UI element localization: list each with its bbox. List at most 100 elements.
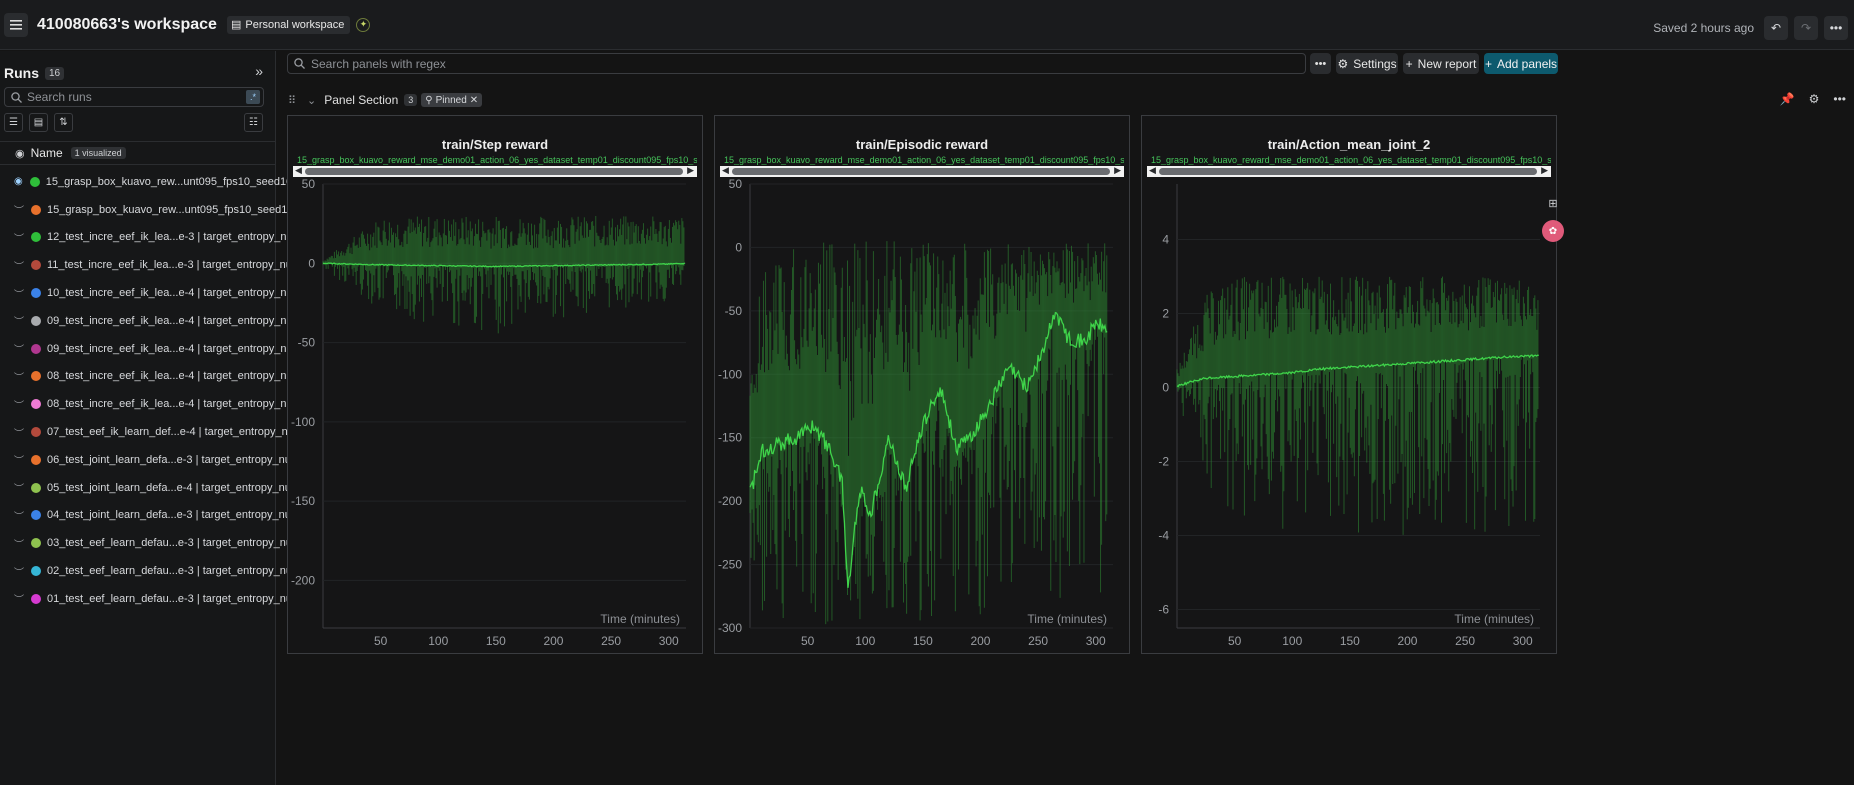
run-row[interactable]: ︶ 08_test_incre_eef_ik_lea...e-4 | target… — [0, 390, 298, 418]
gear-icon[interactable]: ⚙ — [1809, 92, 1820, 106]
grid-add-icon[interactable]: ⊞ — [1542, 192, 1564, 214]
run-color-dot[interactable] — [31, 343, 41, 354]
group-icon[interactable]: ▤ — [29, 113, 48, 132]
eye-closed-icon[interactable]: ︶ — [14, 230, 24, 245]
undo-icon[interactable]: ↶ — [1764, 16, 1788, 40]
run-row[interactable]: ︶ 06_test_joint_learn_defa...e-3 | target… — [0, 446, 296, 474]
run-name[interactable]: 15_grasp_box_kuavo_rew...unt095_fps10_se… — [46, 176, 310, 188]
eye-closed-icon[interactable]: ︶ — [14, 341, 24, 356]
run-color-dot[interactable] — [31, 538, 41, 549]
eye-closed-icon[interactable]: ︶ — [14, 564, 24, 579]
add-panels-label: Add panels — [1496, 56, 1558, 71]
run-name[interactable]: 07_test_eef_ik_learn_def...e-4 | target_… — [47, 426, 299, 438]
chart-panel-action-mean-joint-2[interactable]: train/Action_mean_joint_2 15_grasp_box_k… — [1141, 115, 1557, 654]
run-name[interactable]: 15_grasp_box_kuavo_rew...unt095_fps10_se… — [47, 204, 311, 216]
run-row[interactable]: ︶ 11_test_incre_eef_ik_lea...e-3 | target… — [0, 251, 297, 279]
run-color-dot[interactable] — [31, 482, 41, 493]
run-row[interactable]: ◉ 15_grasp_box_kuavo_rew...unt095_fps10_s… — [0, 168, 310, 196]
run-row[interactable]: ︶ 07_test_eef_ik_learn_def...e-4 | target… — [0, 418, 299, 446]
run-name[interactable]: 04_test_joint_learn_defa...e-3 | target_… — [47, 509, 296, 521]
eye-closed-icon[interactable]: ︶ — [14, 258, 24, 273]
filter-icon[interactable]: ☰ — [4, 113, 23, 132]
run-color-dot[interactable] — [31, 399, 41, 410]
run-color-dot[interactable] — [31, 427, 41, 438]
close-icon[interactable]: ✕ — [470, 95, 478, 106]
chevron-down-icon[interactable]: ⌄ — [307, 94, 316, 107]
add-panels-button[interactable]: + Add panels — [1484, 53, 1558, 74]
run-color-dot[interactable] — [31, 204, 41, 215]
run-color-dot[interactable] — [31, 566, 41, 577]
eye-closed-icon[interactable]: ︶ — [14, 536, 24, 551]
settings-button[interactable]: ⚙ Settings — [1336, 53, 1398, 74]
more-options-icon[interactable]: ••• — [1824, 16, 1848, 40]
run-color-dot[interactable] — [31, 232, 41, 243]
run-name[interactable]: 10_test_incre_eef_ik_lea...e-4 | target_… — [47, 287, 298, 299]
pinned-filter-chip[interactable]: ⚲ Pinned ✕ — [421, 93, 483, 107]
run-row[interactable]: ︶ 12_test_incre_eef_ik_lea...e-3 | target… — [0, 224, 298, 252]
run-color-dot[interactable] — [31, 593, 41, 604]
run-color-dot[interactable] — [31, 260, 41, 271]
run-color-dot[interactable] — [29, 176, 40, 187]
run-row[interactable]: ︶ 03_test_eef_learn_defau...e-3 | target_… — [0, 529, 297, 557]
run-color-dot[interactable] — [31, 454, 41, 465]
new-report-button[interactable]: + New report — [1403, 53, 1479, 74]
eye-closed-icon[interactable]: ︶ — [14, 286, 24, 301]
eye-closed-icon[interactable]: ︶ — [14, 202, 24, 217]
chart-svg: 4 2 0 -2 -4 -6 50 100 150 200 250 300 — [1158, 184, 1540, 648]
drag-handle-icon[interactable]: ⠿ — [283, 94, 301, 107]
run-name[interactable]: 01_test_eef_learn_defau...e-3 | target_e… — [47, 593, 297, 605]
chart-panel-step-reward[interactable]: train/Step reward 15_grasp_box_kuavo_rew… — [287, 115, 703, 654]
workspace-type-badge[interactable]: ▤ Personal workspace — [226, 15, 351, 34]
eye-closed-icon[interactable]: ︶ — [14, 313, 24, 328]
eye-closed-icon[interactable]: ︶ — [14, 508, 24, 523]
eye-icon[interactable]: ◉ — [14, 176, 23, 187]
run-name[interactable]: 11_test_incre_eef_ik_lea...e-3 | target_… — [47, 259, 297, 271]
run-color-dot[interactable] — [31, 288, 41, 299]
eye-closed-icon[interactable]: ︶ — [14, 591, 24, 606]
search-runs-input[interactable]: Search runs .* — [4, 87, 264, 107]
run-color-dot[interactable] — [31, 510, 41, 521]
run-row[interactable]: ︶ 05_test_joint_learn_defa...e-4 | target… — [0, 474, 296, 502]
run-name[interactable]: 08_test_incre_eef_ik_lea...e-4 | target_… — [47, 398, 298, 410]
run-name[interactable]: 03_test_eef_learn_defau...e-3 | target_e… — [47, 537, 297, 549]
run-row[interactable]: ︶ 02_test_eef_learn_defau...e-3 | target_… — [0, 557, 297, 585]
assistant-avatar-icon[interactable]: ✿ — [1542, 220, 1564, 242]
redo-icon[interactable]: ↷ — [1794, 16, 1818, 40]
eye-closed-icon[interactable]: ︶ — [14, 397, 24, 412]
run-name[interactable]: 09_test_incre_eef_ik_lea...e-4 | target_… — [47, 343, 298, 355]
run-row[interactable]: ︶ 10_test_incre_eef_ik_lea...e-4 | target… — [0, 279, 298, 307]
eye-closed-icon[interactable]: ︶ — [14, 452, 24, 467]
sort-icon[interactable]: ⇅ — [54, 113, 73, 132]
run-row[interactable]: ︶ 09_test_incre_eef_ik_lea...e-4 | target… — [0, 307, 298, 335]
eye-closed-icon[interactable]: ︶ — [14, 369, 24, 384]
eye-icon[interactable]: ◉ — [15, 147, 25, 160]
run-name[interactable]: 05_test_joint_learn_defa...e-4 | target_… — [47, 482, 296, 494]
menu-icon[interactable] — [4, 12, 28, 37]
collapse-sidebar-icon[interactable]: » — [255, 63, 263, 79]
name-column-header[interactable]: Name — [31, 146, 63, 160]
run-row[interactable]: ︶ 15_grasp_box_kuavo_rew...unt095_fps10_s… — [0, 196, 311, 224]
run-row[interactable]: ︶ 01_test_eef_learn_defau...e-3 | target_… — [0, 585, 297, 613]
chart-panel-episodic-reward[interactable]: train/Episodic reward 15_grasp_box_kuavo… — [714, 115, 1130, 654]
run-name[interactable]: 06_test_joint_learn_defa...e-3 | target_… — [47, 454, 296, 466]
regex-toggle[interactable]: .* — [246, 90, 260, 104]
section-title[interactable]: Panel Section — [324, 93, 398, 107]
x-tick-label: 300 — [659, 634, 679, 648]
run-row[interactable]: ︶ 08_test_incre_eef_ik_lea...e-4 | target… — [0, 363, 298, 391]
sparkle-icon[interactable]: ✦ — [356, 17, 371, 32]
run-row[interactable]: ︶ 09_test_incre_eef_ik_lea...e-4 | target… — [0, 335, 298, 363]
run-name[interactable]: 09_test_incre_eef_ik_lea...e-4 | target_… — [47, 315, 298, 327]
more-options-icon[interactable]: ••• — [1833, 92, 1846, 106]
search-panels-input[interactable]: Search panels with regex — [287, 53, 1306, 74]
run-name[interactable]: 02_test_eef_learn_defau...e-3 | target_e… — [47, 565, 297, 577]
run-name[interactable]: 12_test_incre_eef_ik_lea...e-3 | target_… — [47, 231, 298, 243]
toolbar-more-icon[interactable]: ••• — [1310, 53, 1331, 74]
eye-closed-icon[interactable]: ︶ — [14, 425, 24, 440]
run-row[interactable]: ︶ 04_test_joint_learn_defa...e-3 | target… — [0, 502, 296, 530]
run-color-dot[interactable] — [31, 315, 41, 326]
pin-icon[interactable]: 📌 — [1780, 92, 1795, 106]
eye-closed-icon[interactable]: ︶ — [14, 480, 24, 495]
run-name[interactable]: 08_test_incre_eef_ik_lea...e-4 | target_… — [47, 370, 298, 382]
run-color-dot[interactable] — [31, 371, 41, 382]
columns-icon[interactable]: ☷ — [244, 113, 263, 132]
